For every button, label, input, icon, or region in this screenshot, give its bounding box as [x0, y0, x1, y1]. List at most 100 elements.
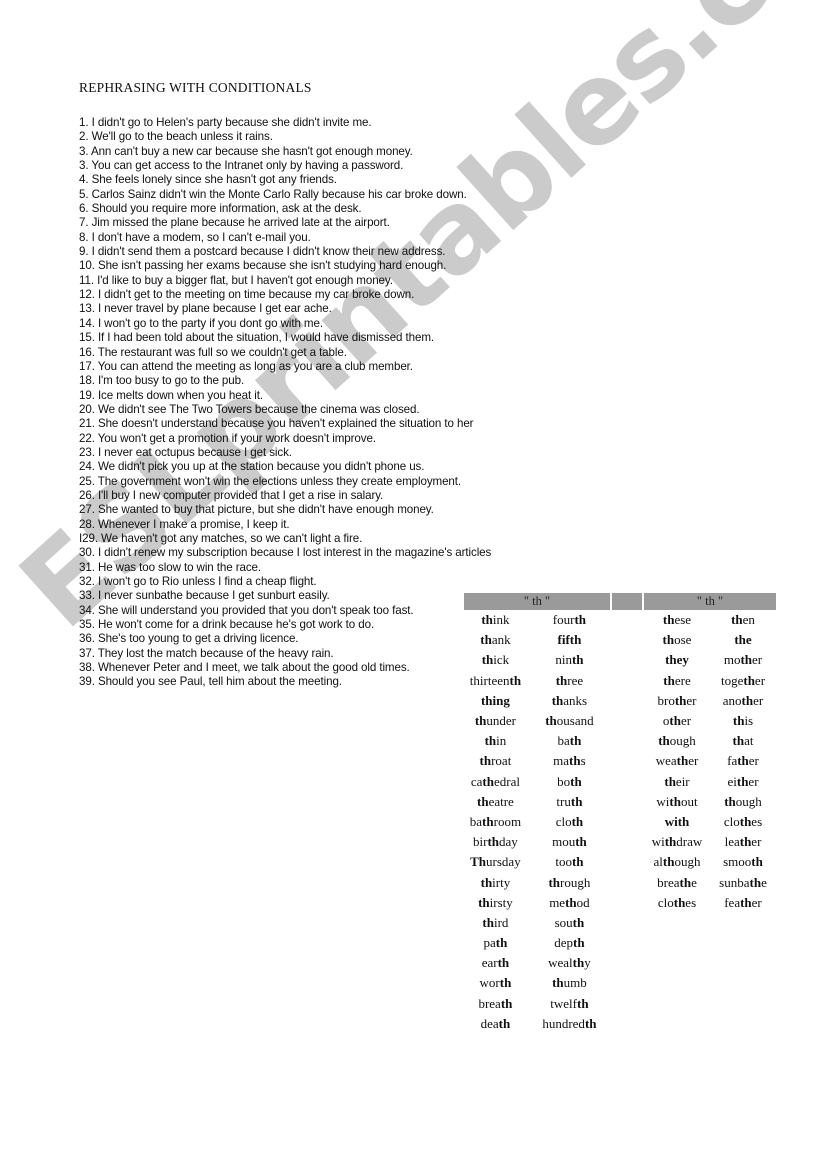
word-post: under: [486, 713, 516, 729]
word-post: ink: [492, 612, 510, 628]
sentence-item: I29. We haven't got any matches, so we c…: [79, 531, 363, 545]
sentence-item: 20. We didn't see The Two Towers because…: [79, 402, 420, 416]
word-post: er: [680, 713, 692, 729]
table-row: path depth: [464, 933, 776, 953]
word-th-highlight: th: [478, 894, 490, 910]
word-post: in: [496, 733, 507, 749]
word-pre: al: [653, 854, 663, 870]
sentence-item: 14. I won't go to the party if you dont …: [79, 316, 323, 330]
word-cell: breath: [464, 994, 527, 1014]
sentence-item: 12. I didn't get to the meeting on time …: [79, 288, 415, 302]
word-th-highlight: th: [481, 612, 493, 628]
word-th-highlight: Th: [470, 854, 487, 870]
word-th-highlight: fifth: [557, 632, 582, 648]
word-cell: birthday: [464, 832, 527, 852]
header-gap: [612, 593, 644, 610]
word-th-highlight: th: [751, 854, 763, 870]
word-cell: mother: [710, 650, 776, 670]
word-cell: cathedral: [464, 772, 527, 792]
empty-cell: [644, 1014, 710, 1034]
word-pre: brea: [478, 995, 501, 1011]
word-pre: mou: [552, 834, 576, 850]
table-row: worth thumb: [464, 973, 776, 993]
word-cell: this: [710, 711, 776, 731]
table-row: thin bath though that: [464, 731, 776, 751]
word-post: ird: [493, 914, 509, 930]
worksheet-page: ESLprintables.com REPHRASING WITH CONDIT…: [0, 0, 821, 1169]
word-cell: those: [644, 630, 710, 650]
word-post: roat: [491, 753, 512, 769]
word-post: er: [754, 672, 766, 688]
sentence-item: 16. The restaurant was full so we couldn…: [79, 345, 347, 359]
gap-cell: [612, 650, 644, 670]
word-th-highlight: th: [732, 733, 745, 749]
word-cell: twelfth: [527, 994, 612, 1014]
empty-cell: [710, 933, 776, 953]
word-cell: another: [710, 691, 776, 711]
gap-cell: [612, 751, 644, 771]
word-post: day: [499, 834, 518, 850]
word-cell: thirsty: [464, 893, 527, 913]
gap-cell: [612, 630, 644, 650]
word-cell: depth: [527, 933, 612, 953]
word-pre: ca: [470, 773, 483, 789]
word-cell: fourth: [527, 610, 612, 630]
word-pre: fea: [724, 894, 741, 910]
word-th-highlight: th: [674, 692, 687, 708]
sentence-item: 9. I didn't send them a postcard because…: [79, 245, 446, 259]
word-th-highlight: th: [480, 874, 493, 890]
word-cell: weather: [644, 751, 710, 771]
sentence-item: 11. I'd like to buy a bigger flat, but I…: [79, 273, 393, 287]
word-post: ose: [674, 632, 692, 648]
table-row: thirty through breathe sunbathe: [464, 872, 776, 892]
word-cell: they: [644, 650, 710, 670]
gap-cell: [612, 691, 644, 711]
word-post: ick: [493, 652, 510, 668]
table-row: death hundredth: [464, 1014, 776, 1034]
word-cell: ninth: [527, 650, 612, 670]
word-pre: pa: [483, 935, 496, 951]
sentence-item: 26. I'll buy I new computer provided tha…: [79, 488, 384, 502]
word-cell: that: [710, 731, 776, 751]
word-th-highlight: th: [669, 793, 681, 809]
word-th-highlight: th: [509, 672, 522, 688]
word-post: room: [493, 813, 522, 829]
word-th-highlight: th: [669, 713, 681, 729]
sentence-item: 19. Ice melts down when you heat it.: [79, 388, 263, 402]
word-pre: wi: [656, 793, 670, 809]
word-cell: father: [710, 751, 776, 771]
sentence-item: 28. Whenever I make a promise, I keep it…: [79, 517, 290, 531]
empty-cell: [710, 953, 776, 973]
word-th-highlight: th: [749, 874, 762, 890]
word-cell: throat: [464, 751, 527, 771]
word-cell: although: [644, 852, 710, 872]
word-cell: bathroom: [464, 812, 527, 832]
word-cell: path: [464, 933, 527, 953]
word-pre: ear: [481, 955, 498, 971]
word-pre: fa: [727, 753, 738, 769]
empty-cell: [710, 1014, 776, 1034]
word-cell: these: [644, 610, 710, 630]
word-post: er: [752, 652, 763, 668]
word-th-highlight: th: [676, 753, 689, 769]
gap-cell: [612, 953, 644, 973]
word-th-highlight: th: [739, 813, 752, 829]
header-unvoiced-th: " th ": [464, 593, 612, 610]
word-cell: clothes: [644, 893, 710, 913]
word-post: eatre: [488, 793, 514, 809]
table-body: think fourth these then thank fifth those the th…: [464, 610, 776, 1034]
empty-cell: [710, 994, 776, 1014]
word-post: er: [748, 753, 759, 769]
word-th-highlight: th: [555, 672, 568, 688]
word-cell: with: [644, 812, 710, 832]
word-post: es: [685, 894, 697, 910]
word-th-highlight: th: [551, 692, 564, 708]
word-th-highlight: th: [570, 773, 582, 789]
word-cell: thunder: [464, 711, 527, 731]
word-th-highlight: th: [737, 753, 749, 769]
word-cell: the: [710, 630, 776, 650]
gap-cell: [612, 832, 644, 852]
sentence-item: 32. I won't go to Rio unless I find a ch…: [79, 575, 317, 588]
gap-cell: [612, 792, 644, 812]
gap-cell: [612, 671, 644, 691]
